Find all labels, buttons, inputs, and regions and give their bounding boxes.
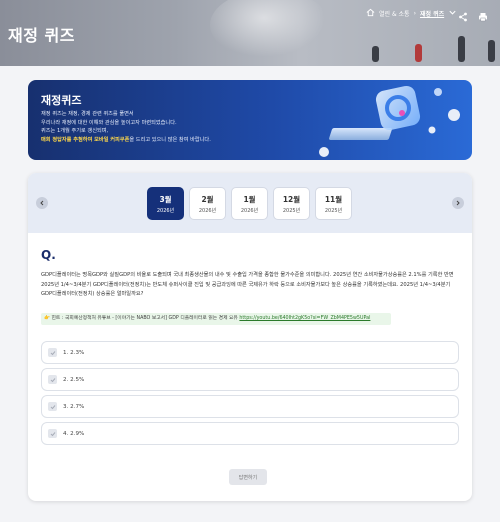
breadcrumb-separator: › bbox=[413, 10, 416, 17]
banner-line: 매회 정답자를 추첨하여 모바일 커피쿠폰을 드리고 있으니 많은 참여 바랍니… bbox=[41, 136, 211, 145]
answer-options: 1. 2.3% 2. 2.5% 3. 2.7% 4. 2.9% bbox=[41, 341, 459, 449]
month-label: 12월 bbox=[282, 194, 301, 204]
figure-decoration bbox=[458, 36, 465, 62]
checkbox[interactable] bbox=[48, 348, 57, 357]
figure-decoration bbox=[372, 46, 379, 62]
checkbox[interactable] bbox=[48, 429, 57, 438]
month-label: 1월 bbox=[243, 194, 256, 204]
chevron-down-icon[interactable] bbox=[448, 8, 457, 19]
option-label: 2. 2.5% bbox=[63, 376, 85, 383]
page-title: 재정 퀴즈 bbox=[8, 26, 75, 45]
answer-option[interactable]: 4. 2.9% bbox=[41, 422, 459, 445]
answer-option[interactable]: 1. 2.3% bbox=[41, 341, 459, 364]
figure-decoration bbox=[415, 44, 422, 62]
banner-description: 재정 퀴즈는 재정, 경제 관련 퀴즈를 풀면서 우리나라 재정에 대한 이해와… bbox=[41, 110, 211, 144]
check-icon bbox=[50, 404, 55, 409]
month-label: 11월 bbox=[324, 194, 343, 204]
checkbox[interactable] bbox=[48, 402, 57, 411]
month-tab-bar: 3월 2026년 2월 2026년 1월 2026년 12월 2025년 11월… bbox=[28, 173, 472, 233]
prev-arrow-button[interactable] bbox=[36, 197, 48, 209]
year-label: 2025년 bbox=[324, 207, 343, 214]
quiz-intro-banner: 재정퀴즈 재정 퀴즈는 재정, 경제 관련 퀴즈를 풀면서 우리나라 재정에 대… bbox=[28, 80, 472, 160]
option-label: 4. 2.9% bbox=[63, 430, 85, 437]
banner-line: 퀴즈는 1개월 주기로 갱신되며, bbox=[41, 128, 109, 135]
checkbox[interactable] bbox=[48, 375, 57, 384]
lightbulb-image bbox=[210, 0, 330, 60]
year-label: 2026년 bbox=[240, 207, 259, 214]
banner-line-rest: 을 드리고 있으니 많은 참여 바랍니다. bbox=[129, 136, 211, 143]
answer-option[interactable]: 2. 2.5% bbox=[41, 368, 459, 391]
option-label: 3. 2.7% bbox=[63, 403, 85, 410]
option-label: 1. 2.3% bbox=[63, 349, 85, 356]
hint-text: 👉 힌트 : 국회예산정책처 유튜브 - [이야기는 NABO 보고서] GDP… bbox=[44, 316, 238, 321]
month-tab[interactable]: 12월 2025년 bbox=[273, 187, 310, 220]
breadcrumb-current[interactable]: 재정 퀴즈 bbox=[420, 9, 444, 18]
check-icon bbox=[50, 377, 55, 382]
chevron-left-icon bbox=[40, 200, 44, 206]
check-icon bbox=[50, 350, 55, 355]
banner-title: 재정퀴즈 bbox=[41, 94, 82, 107]
year-label: 2026년 bbox=[198, 207, 217, 214]
chevron-right-icon bbox=[456, 200, 460, 206]
home-icon[interactable] bbox=[366, 8, 375, 19]
submit-button[interactable]: 답변하기 bbox=[229, 469, 267, 485]
page-hero: 재정 퀴즈 열린 & 소통 › 재정 퀴즈 bbox=[0, 0, 500, 66]
share-icon[interactable] bbox=[458, 7, 468, 26]
banner-line: 재정 퀴즈는 재정, 경제 관련 퀴즈를 풀면서 bbox=[41, 111, 134, 117]
question-text: GDP디플레이터는 명목GDP와 실질GDP의 비율로 도출되며 국내 최종생산… bbox=[41, 272, 454, 297]
month-tab[interactable]: 3월 2026년 bbox=[147, 187, 184, 220]
year-label: 2025년 bbox=[282, 207, 301, 214]
quiz-3d-illustration bbox=[319, 85, 460, 157]
banner-line: 우리나라 재정에 대한 이해와 관심을 높이고자 마련되었습니다. bbox=[41, 119, 177, 126]
quiz-card: 3월 2026년 2월 2026년 1월 2026년 12월 2025년 11월… bbox=[28, 173, 472, 501]
hint-link[interactable]: https://youtu.be/640Iht2gK5o?si=FW_ZbM4P… bbox=[239, 316, 370, 321]
print-icon[interactable] bbox=[478, 7, 488, 26]
month-tab[interactable]: 2월 2026년 bbox=[189, 187, 226, 220]
month-label: 2월 bbox=[201, 194, 214, 204]
breadcrumb-item[interactable]: 열린 & 소통 bbox=[379, 9, 410, 18]
figure-decoration bbox=[488, 40, 495, 62]
hint-reference: 👉 힌트 : 국회예산정책처 유튜브 - [이야기는 NABO 보고서] GDP… bbox=[41, 313, 391, 325]
question-label: Q. bbox=[41, 248, 56, 262]
month-tab[interactable]: 11월 2025년 bbox=[315, 187, 352, 220]
banner-highlight: 매회 정답자를 추첨하여 모바일 커피쿠폰 bbox=[41, 136, 130, 143]
year-label: 2026년 bbox=[156, 207, 175, 214]
breadcrumb: 열린 & 소통 › 재정 퀴즈 bbox=[366, 8, 457, 19]
month-tab[interactable]: 1월 2026년 bbox=[231, 187, 268, 220]
check-icon bbox=[50, 431, 55, 436]
month-label: 3월 bbox=[159, 194, 172, 204]
answer-option[interactable]: 3. 2.7% bbox=[41, 395, 459, 418]
next-arrow-button[interactable] bbox=[452, 197, 464, 209]
